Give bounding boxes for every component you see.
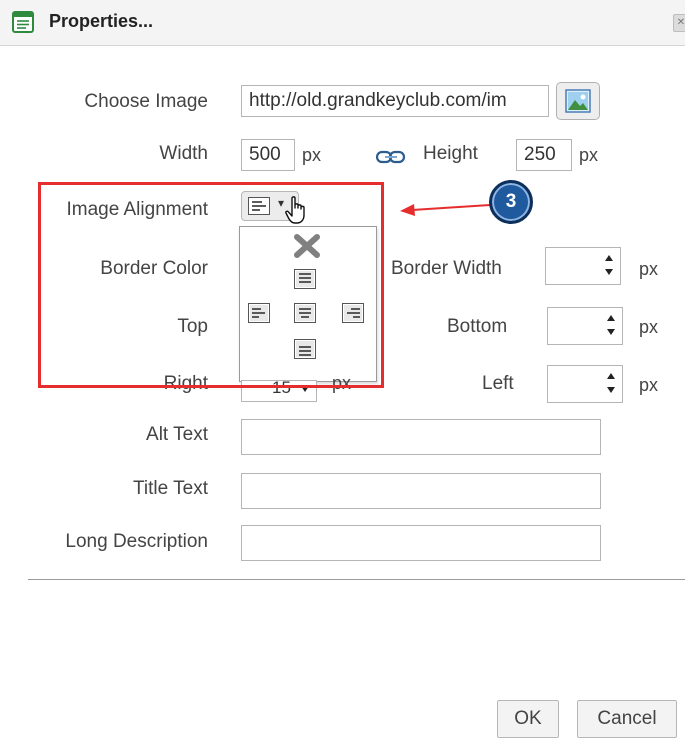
top-label: Top (177, 316, 208, 337)
step-badge: 3 (489, 180, 533, 224)
bottom-label: Bottom (447, 316, 508, 337)
dropdown-arrow-icon: ▾ (278, 196, 285, 210)
ok-button[interactable]: OK (497, 700, 559, 738)
height-label: Height (423, 143, 478, 164)
border-width-unit: px (639, 259, 659, 279)
long-description-input[interactable] (241, 525, 601, 561)
spinner-arrows-icon[interactable] (606, 313, 616, 337)
lock-ratio-link-icon[interactable] (376, 150, 406, 164)
width-input[interactable]: 500 (241, 139, 295, 171)
alt-text-input[interactable] (241, 419, 601, 455)
border-width-label: Border Width (391, 258, 502, 279)
right-input[interactable]: 15 (241, 380, 317, 402)
spinner-down-icon[interactable] (300, 385, 310, 393)
align-bottom-icon[interactable] (294, 339, 316, 359)
image-alignment-dropdown (239, 226, 377, 382)
height-input[interactable]: 250 (516, 139, 572, 171)
title-text-label: Title Text (133, 478, 208, 499)
browse-image-button[interactable] (556, 82, 600, 120)
image-picker-icon (565, 89, 591, 113)
right-label: Right (163, 373, 208, 394)
height-unit: px (579, 145, 599, 165)
spinner-arrows-icon[interactable] (606, 371, 616, 395)
bottom-input[interactable] (547, 307, 623, 345)
spinner-arrows-icon[interactable] (604, 253, 614, 277)
border-color-label: Border Color (100, 258, 208, 279)
left-unit: px (639, 375, 659, 395)
alt-text-label: Alt Text (146, 424, 208, 445)
close-button[interactable]: ✕ (673, 14, 685, 32)
close-icon: ✕ (676, 17, 685, 28)
width-unit: px (302, 145, 322, 165)
image-alignment-label: Image Alignment (66, 199, 208, 220)
right-unit: px (332, 373, 352, 393)
properties-icon (12, 11, 34, 33)
dialog-title: Properties... (49, 11, 154, 31)
hand-cursor-icon (285, 196, 305, 224)
bottom-unit: px (639, 317, 659, 337)
width-label: Width (159, 143, 208, 164)
align-right-icon[interactable] (342, 303, 364, 323)
align-top-icon[interactable] (294, 269, 316, 289)
remove-alignment-icon[interactable] (292, 232, 322, 260)
choose-image-input[interactable]: http://old.grandkeyclub.com/im (241, 85, 549, 117)
border-width-input[interactable] (545, 247, 621, 285)
align-center-icon[interactable] (294, 303, 316, 323)
align-left-option-icon[interactable] (248, 303, 270, 323)
choose-image-label: Choose Image (84, 91, 208, 112)
align-left-icon (248, 197, 270, 215)
annotation-arrow (400, 204, 491, 216)
form-divider (28, 579, 685, 580)
cancel-button[interactable]: Cancel (577, 700, 677, 738)
left-input[interactable] (547, 365, 623, 403)
long-description-label: Long Description (65, 531, 208, 552)
title-text-input[interactable] (241, 473, 601, 509)
left-label: Left (482, 373, 514, 394)
dialog-titlebar: Properties... ✕ (0, 0, 685, 46)
